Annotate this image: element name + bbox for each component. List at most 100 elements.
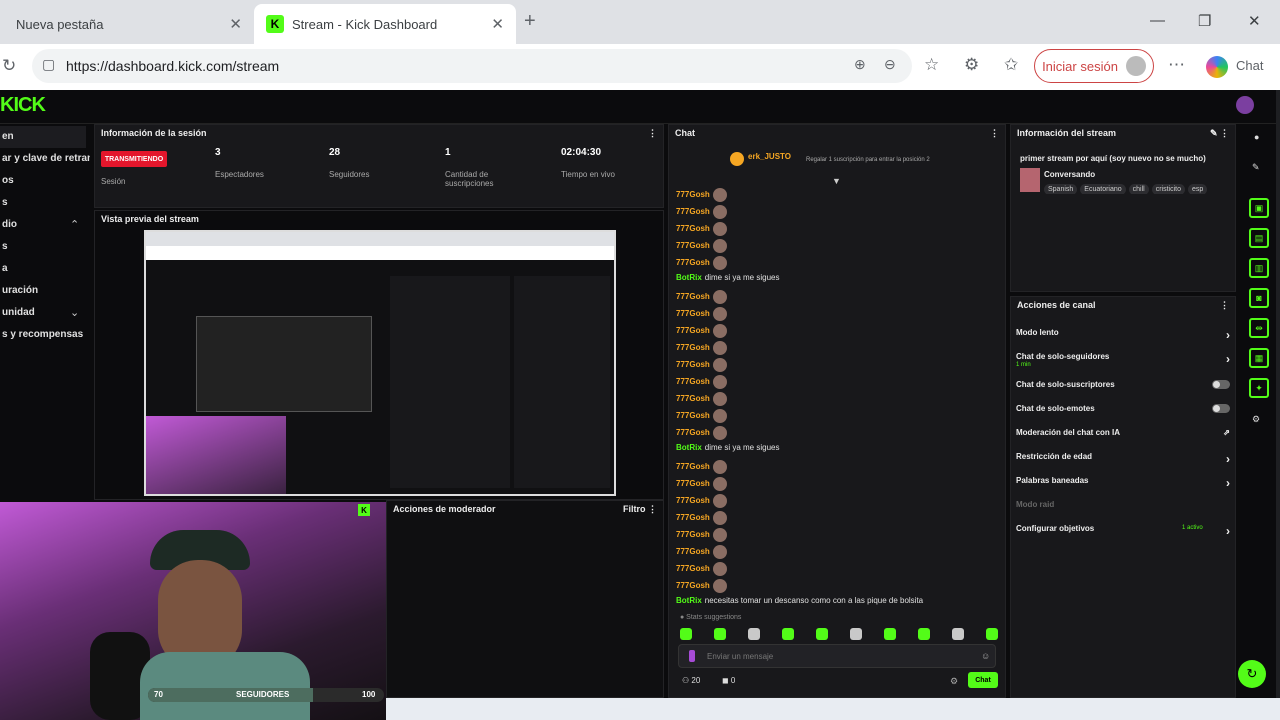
- zoom-icon[interactable]: ⊕: [854, 56, 866, 73]
- chat-username[interactable]: 777Gosh: [676, 360, 710, 369]
- tag[interactable]: cristicito: [1151, 184, 1185, 194]
- chat-username[interactable]: 777Gosh: [676, 581, 710, 590]
- close-tab-icon[interactable]: ✕: [491, 15, 504, 33]
- send-chat-button[interactable]: Chat: [968, 672, 998, 688]
- toggle-switch[interactable]: [1212, 404, 1230, 413]
- sidebar-item[interactable]: s: [0, 192, 90, 214]
- sidebar-item-rewards[interactable]: s y recompensas: [0, 324, 90, 346]
- chat-username[interactable]: 777Gosh: [676, 241, 710, 250]
- sidebar-item[interactable]: a: [0, 258, 90, 280]
- chat-username[interactable]: 777Gosh: [676, 377, 710, 386]
- sidebar-item[interactable]: os: [0, 170, 90, 192]
- maximize-icon[interactable]: ❐: [1198, 12, 1211, 30]
- tag[interactable]: chill: [1128, 184, 1149, 194]
- emoji-picker-icon[interactable]: ☺: [981, 651, 990, 661]
- close-window-icon[interactable]: ✕: [1248, 12, 1261, 30]
- chevron-right-icon[interactable]: ›: [1226, 328, 1230, 342]
- sidebar-item-stream-key[interactable]: ar y clave de retrans: [0, 148, 90, 170]
- signin-button[interactable]: Iniciar sesión: [1034, 49, 1154, 83]
- rail-panel-button[interactable]: ▥: [1249, 258, 1269, 278]
- chat-username[interactable]: 777Gosh: [676, 207, 710, 216]
- rail-chat-button[interactable]: ◙: [1249, 288, 1269, 308]
- copilot-icon[interactable]: [1206, 56, 1228, 78]
- chat-username[interactable]: 777Gosh: [676, 343, 710, 352]
- kebab-icon[interactable]: ⋮: [1220, 300, 1229, 312]
- site-info-icon[interactable]: ▢: [42, 56, 55, 73]
- tag[interactable]: Spanish: [1044, 184, 1078, 194]
- kick-logo[interactable]: KICK: [0, 94, 46, 117]
- tab-new-tab[interactable]: Nueva pestaña ✕: [4, 4, 254, 44]
- rail-edit-icon[interactable]: ✎: [1252, 162, 1260, 173]
- emote-icon[interactable]: [680, 628, 692, 640]
- more-icon[interactable]: ⋯: [1168, 55, 1185, 75]
- favorite-icon[interactable]: ☆: [924, 55, 939, 75]
- chat-username[interactable]: BotRix: [676, 443, 702, 452]
- toggle-switch[interactable]: [1212, 380, 1230, 389]
- stream-preview-video[interactable]: [144, 230, 616, 496]
- sidebar-item-stream[interactable]: en: [0, 126, 86, 148]
- expand-chevron-icon[interactable]: ▼: [832, 176, 841, 186]
- chat-username[interactable]: 777Gosh: [676, 258, 710, 267]
- chevron-right-icon[interactable]: ›: [1226, 476, 1230, 490]
- chat-username[interactable]: BotRix: [676, 596, 702, 605]
- emote-icon[interactable]: [816, 628, 828, 640]
- emote-icon[interactable]: [952, 628, 964, 640]
- tag[interactable]: esp: [1188, 184, 1208, 194]
- chat-username[interactable]: 777Gosh: [676, 326, 710, 335]
- new-tab-icon[interactable]: +: [524, 10, 536, 33]
- chat-username[interactable]: 777Gosh: [676, 224, 710, 233]
- stream-category[interactable]: Conversando: [1044, 170, 1095, 179]
- rail-panel-button[interactable]: ▣: [1249, 198, 1269, 218]
- minimize-icon[interactable]: —: [1150, 12, 1165, 29]
- chat-username[interactable]: 777Gosh: [676, 479, 710, 488]
- channel-action-item[interactable]: Palabras baneadas ›: [1016, 476, 1230, 490]
- pinned-user-name[interactable]: erk_JUSTO: [748, 152, 791, 161]
- chat-input[interactable]: Enviar un mensaje ☺: [678, 644, 996, 668]
- profile-avatar[interactable]: [1236, 96, 1254, 114]
- tab-kick-dashboard[interactable]: K Stream - Kick Dashboard ✕: [254, 4, 516, 44]
- chevron-right-icon[interactable]: ›: [1226, 524, 1230, 538]
- url-input[interactable]: ▢ https://dashboard.kick.com/stream ⊕ ⊖: [32, 49, 912, 83]
- chat-username[interactable]: BotRix: [676, 273, 702, 282]
- emote-icon[interactable]: [714, 628, 726, 640]
- channel-action-item[interactable]: Chat de solo-seguidores ›: [1016, 352, 1230, 366]
- chat-username[interactable]: 777Gosh: [676, 547, 710, 556]
- emote-icon[interactable]: [918, 628, 930, 640]
- channel-action-item[interactable]: Chat de solo-emotes: [1016, 404, 1230, 413]
- chat-username[interactable]: 777Gosh: [676, 462, 710, 471]
- rail-split-button[interactable]: ⇹: [1249, 318, 1269, 338]
- rail-panel-button[interactable]: ▤: [1249, 228, 1269, 248]
- chat-username[interactable]: 777Gosh: [676, 564, 710, 573]
- chevron-up-icon[interactable]: ⌃: [70, 218, 79, 231]
- channel-action-item[interactable]: Chat de solo-suscriptores: [1016, 380, 1230, 389]
- chat-settings-icon[interactable]: ⚙: [950, 676, 958, 687]
- floating-action-button[interactable]: ↻: [1238, 660, 1266, 688]
- copilot-chat-label[interactable]: Chat: [1236, 58, 1263, 73]
- edit-icon[interactable]: ✎: [1210, 128, 1218, 138]
- chat-username[interactable]: 777Gosh: [676, 411, 710, 420]
- rail-tools-button[interactable]: ✦: [1249, 378, 1269, 398]
- close-tab-icon[interactable]: ✕: [229, 15, 242, 33]
- chat-username[interactable]: 777Gosh: [676, 428, 710, 437]
- tag[interactable]: Ecuatoriano: [1080, 184, 1126, 194]
- emote-icon[interactable]: [748, 628, 760, 640]
- kebab-icon[interactable]: ⋮: [648, 128, 657, 140]
- rail-panel-button[interactable]: ▦: [1249, 348, 1269, 368]
- block-icon[interactable]: ⊖: [884, 56, 896, 73]
- chat-username[interactable]: 777Gosh: [676, 309, 710, 318]
- channel-action-item[interactable]: Restricción de edad ›: [1016, 452, 1230, 466]
- chat-username[interactable]: 777Gosh: [676, 190, 710, 199]
- chevron-right-icon[interactable]: ›: [1226, 452, 1230, 466]
- sidebar-item-configuration[interactable]: uración: [0, 280, 90, 302]
- external-link-icon[interactable]: ⇗: [1223, 428, 1230, 437]
- filter-button[interactable]: Filtro: [623, 504, 646, 514]
- kebab-icon[interactable]: ⋮: [1220, 128, 1229, 138]
- kebab-icon[interactable]: ⋮: [990, 128, 999, 140]
- reload-icon[interactable]: ↻: [2, 56, 16, 76]
- emote-icon[interactable]: [850, 628, 862, 640]
- chat-username[interactable]: 777Gosh: [676, 496, 710, 505]
- kebab-icon[interactable]: ⋮: [648, 504, 657, 514]
- rail-settings-icon[interactable]: ⚙: [1252, 414, 1260, 425]
- emote-icon[interactable]: [986, 628, 998, 640]
- chevron-right-icon[interactable]: ›: [1226, 352, 1230, 366]
